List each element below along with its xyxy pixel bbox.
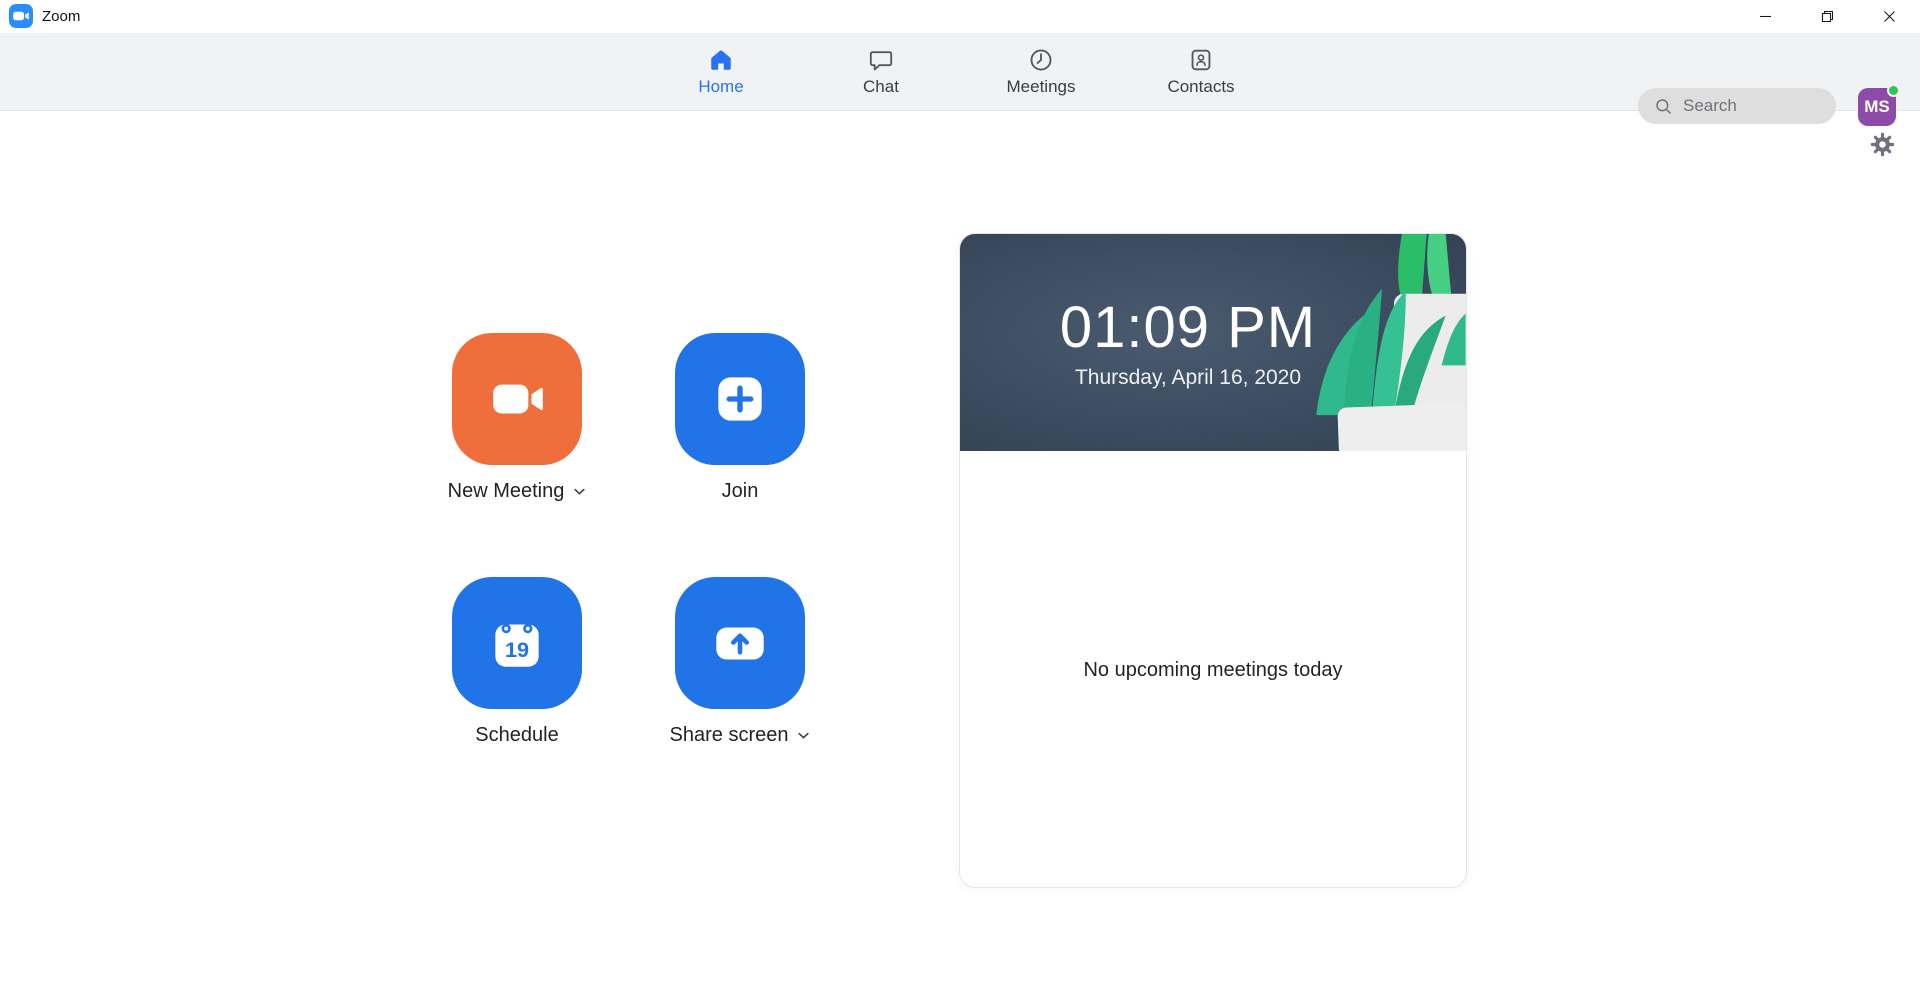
window-title: Zoom (42, 7, 81, 25)
contact-card-icon (1188, 47, 1214, 73)
chat-bubble-icon (868, 47, 894, 73)
avatar-initials: MS (1864, 97, 1890, 116)
schedule-label: Schedule (475, 724, 559, 746)
calendar-day: 19 (505, 637, 529, 662)
settings-button[interactable] (1867, 129, 1897, 159)
tab-chat-label: Chat (863, 77, 899, 96)
tab-contacts-label: Contacts (1167, 77, 1235, 96)
current-date: Thursday, April 16, 2020 (1074, 365, 1302, 389)
nav-bar: Home Chat Meetings Contacts MS (0, 33, 1920, 126)
clock-icon (1028, 47, 1054, 73)
tab-meetings[interactable]: Meetings (986, 33, 1096, 111)
search-input[interactable] (1683, 96, 1823, 116)
share-screen-button[interactable]: Share screen (670, 577, 810, 747)
home-actions: New Meeting Join 19 Schedule Share scree… (448, 333, 810, 747)
schedule-button[interactable]: 19 Schedule (452, 577, 582, 747)
new-meeting-button[interactable]: New Meeting (448, 333, 586, 503)
minimize-button[interactable] (1734, 0, 1796, 33)
search-icon (1654, 97, 1673, 116)
restore-icon (1821, 10, 1833, 23)
tab-contacts[interactable]: Contacts (1146, 33, 1256, 111)
calendar-icon: 19 (495, 618, 539, 667)
tab-chat[interactable]: Chat (826, 33, 936, 111)
tab-meetings-label: Meetings (1006, 77, 1076, 96)
video-camera-icon (493, 384, 543, 414)
meetings-today-card: 01:09 PM Thursday, April 16, 2020 No upc… (959, 233, 1467, 888)
no-meetings-message: No upcoming meetings today (1083, 658, 1343, 681)
title-bar: Zoom (0, 0, 1920, 33)
tab-home[interactable]: Home (666, 33, 776, 111)
share-up-arrow-icon (716, 627, 764, 660)
close-button[interactable] (1858, 0, 1920, 33)
online-status-dot (1887, 84, 1900, 97)
close-icon (1883, 11, 1895, 22)
minimize-icon (1759, 15, 1771, 18)
profile-avatar[interactable]: MS (1858, 84, 1900, 126)
restore-button[interactable] (1796, 0, 1858, 33)
home-icon (708, 47, 734, 73)
plus-icon (718, 377, 762, 421)
share-screen-label: Share screen (669, 724, 789, 746)
join-label: Join (721, 480, 759, 502)
zoom-app-logo-icon (9, 4, 33, 28)
tab-home-label: Home (698, 77, 744, 96)
clock-banner: 01:09 PM Thursday, April 16, 2020 (960, 234, 1466, 451)
current-time: 01:09 PM (1059, 295, 1317, 361)
new-meeting-label: New Meeting (447, 480, 565, 502)
gear-icon (1870, 132, 1894, 156)
chevron-down-icon[interactable] (573, 487, 586, 496)
meetings-list-area: No upcoming meetings today (960, 451, 1466, 887)
join-button[interactable]: Join (675, 333, 805, 503)
chevron-down-icon[interactable] (797, 731, 810, 740)
nav-tabs: Home Chat Meetings Contacts (666, 33, 1256, 111)
search-bar[interactable] (1638, 88, 1836, 124)
